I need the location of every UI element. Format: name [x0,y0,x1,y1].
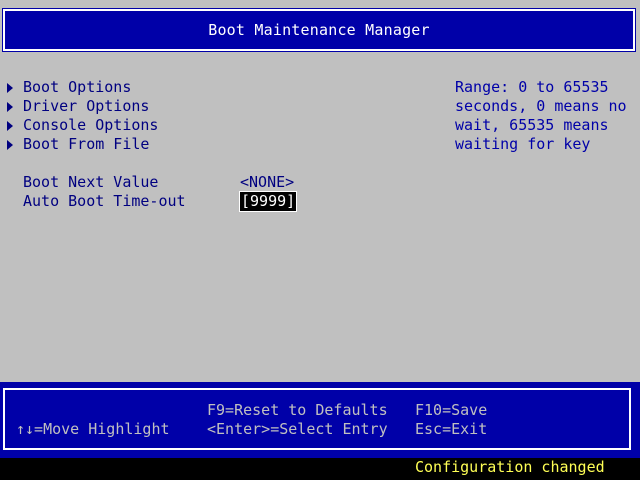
menu-item-boot-options[interactable]: Boot Options [7,78,158,97]
triangle-right-icon [7,139,13,150]
header-area: Boot Maintenance Manager [0,0,640,60]
menu-item-label: Console Options [23,116,159,134]
help-line: Range: 0 to 65535 [455,78,609,96]
field-label: Boot Next Value [23,173,159,191]
key-hint-move: ↑↓=Move Highlight [16,420,170,438]
status-bar: Configuration changed [0,458,640,480]
auto-boot-timeout-input[interactable]: [9999] [238,191,298,212]
menu-list: Boot Options Driver Options Console Opti… [7,78,158,154]
status-message: Configuration changed [415,458,605,476]
key-hint-reset: F9=Reset to Defaults [207,401,388,419]
triangle-right-icon [7,120,13,131]
menu-item-label: Driver Options [23,97,150,115]
key-hint-exit: Esc=Exit [415,420,488,438]
key-hint-select: <Enter>=Select Entry [207,420,388,438]
menu-item-label: Boot Options [23,78,132,96]
bios-screen: Boot Maintenance Manager Boot Options Dr… [0,0,640,480]
menu-item-label: Boot From File [23,135,150,153]
key-hint-save: F10=Save [415,401,488,419]
field-label: Auto Boot Time-out [23,192,186,210]
help-text: Range: 0 to 65535 seconds, 0 means no wa… [455,78,635,154]
title-bar: Boot Maintenance Manager [3,9,635,51]
boot-next-value-select[interactable]: <NONE> [240,173,294,192]
triangle-right-icon [7,82,13,93]
help-line: seconds, 0 means no [455,97,627,115]
help-line: waiting for key [455,135,591,153]
menu-item-console-options[interactable]: Console Options [7,116,158,135]
menu-item-boot-from-file[interactable]: Boot From File [7,135,158,154]
page-title: Boot Maintenance Manager [208,21,430,39]
field-boot-next-value[interactable]: Boot Next Value <NONE> [23,173,323,192]
field-auto-boot-timeout[interactable]: Auto Boot Time-out [9999] [23,191,323,212]
help-line: wait, 65535 means [455,116,609,134]
main-panel: Boot Options Driver Options Console Opti… [0,60,640,382]
triangle-right-icon [7,101,13,112]
menu-item-driver-options[interactable]: Driver Options [7,97,158,116]
